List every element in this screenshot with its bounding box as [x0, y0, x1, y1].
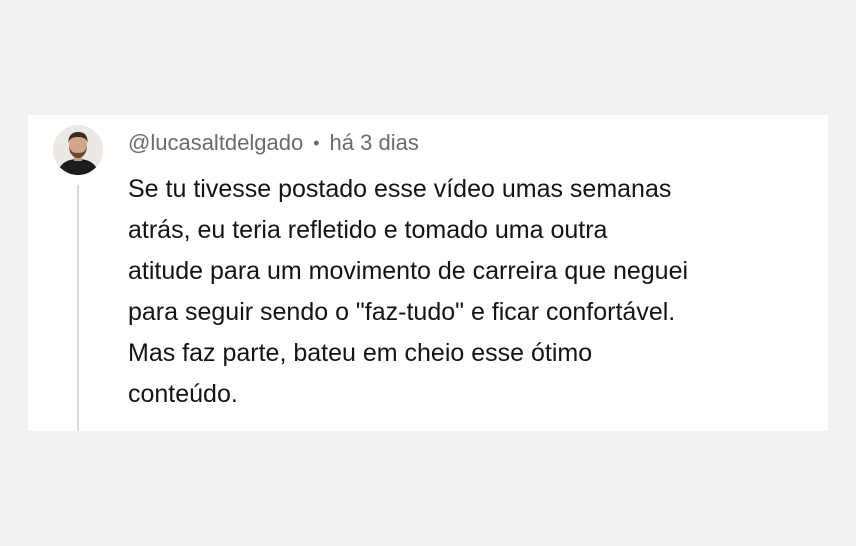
- thread-line: [77, 185, 79, 431]
- user-avatar-icon: [53, 125, 103, 175]
- comment-text: Se tu tivesse postado esse vídeo umas se…: [128, 175, 689, 408]
- avatar[interactable]: [53, 125, 103, 175]
- separator-dot: •: [313, 132, 320, 153]
- timestamp[interactable]: há 3 dias: [330, 130, 419, 156]
- comment-card: @lucasaltdelgado • há 3 dias Se tu tives…: [28, 115, 828, 431]
- comment-header: @lucasaltdelgado • há 3 dias: [128, 129, 419, 157]
- username-link[interactable]: @lucasaltdelgado: [128, 130, 303, 156]
